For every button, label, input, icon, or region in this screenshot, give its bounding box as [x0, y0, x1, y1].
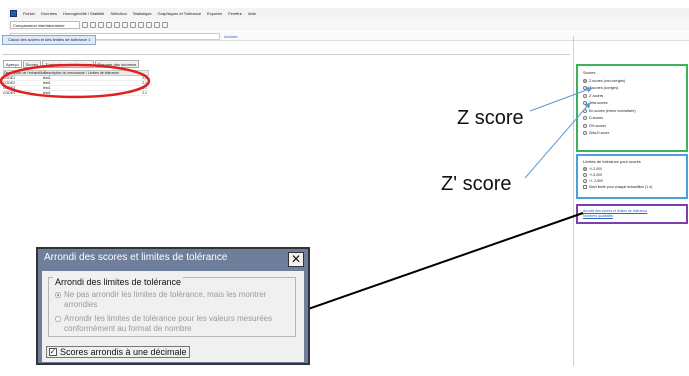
menu-window[interactable]: Fenêtre — [228, 11, 242, 16]
scores-panel-title: Scores — [583, 70, 596, 75]
rounding-group: Arrondi des limites de tolérance Ne pas … — [48, 277, 296, 337]
document-header — [2, 46, 570, 55]
radio-icon[interactable] — [583, 108, 587, 113]
menu-file[interactable]: Fichier — [23, 11, 35, 16]
rounding-dialog: Arrondi des scores et limites de toléran… — [36, 247, 310, 365]
menu-homogeneity[interactable]: Homogénéité / Stabilité — [63, 11, 104, 16]
table-cell: CODE4 — [3, 91, 16, 95]
save-icon[interactable] — [90, 22, 96, 28]
radio-icon[interactable] — [583, 116, 587, 121]
rounding-option-display-label: Ne pas arrondir les limites de tolérance… — [64, 290, 267, 309]
radio-icon[interactable] — [583, 167, 587, 171]
radio-icon[interactable] — [583, 131, 587, 136]
dialog-title: Arrondi des scores et limites de toléran… — [44, 252, 228, 263]
filter-icon[interactable] — [146, 22, 152, 28]
column-header[interactable] — [114, 71, 148, 75]
chart-icon[interactable] — [130, 22, 136, 28]
toolbar: Comparaison interlaboratoire — [8, 19, 689, 31]
radio-icon[interactable] — [583, 179, 587, 183]
radio-icon[interactable] — [583, 123, 587, 128]
tab-overview[interactable]: Aperçu — [3, 60, 22, 68]
tolerance-panel-highlight: Limites de tolérance pour scores +/-2,00… — [576, 154, 688, 199]
dialog-body: Arrondi des limites de tolérance Ne pas … — [42, 271, 304, 362]
score-option-d-percent[interactable]: D%-scores — [583, 122, 681, 130]
table-cell: 2,1 — [142, 91, 147, 95]
mode-dropdown[interactable]: Comparaison interlaboratoire — [10, 21, 80, 29]
cancel-link[interactable]: Annuler — [224, 34, 238, 39]
rounding-option-format[interactable]: Arrondir les limites de tolérance pour l… — [55, 314, 284, 334]
value-bar: Valeur non gérée Annuler — [8, 32, 689, 41]
panel-divider[interactable] — [573, 36, 574, 366]
radio-icon[interactable] — [55, 316, 61, 322]
radio-icon[interactable] — [583, 78, 587, 83]
menu-data[interactable]: Données — [41, 11, 57, 16]
check-icon[interactable]: ✓ — [49, 348, 57, 356]
report-icon[interactable] — [154, 22, 160, 28]
rounding-option-display[interactable]: Ne pas arrondir les limites de tolérance… — [55, 290, 284, 310]
radio-icon[interactable] — [55, 292, 61, 298]
checkbox-icon[interactable] — [583, 185, 587, 189]
app-logo-icon — [10, 10, 17, 17]
tab-data-summary[interactable]: Résumé des données — [94, 60, 140, 68]
results-table: Description de l'échantillon Description… — [3, 70, 149, 96]
copy-icon[interactable] — [114, 22, 120, 28]
menu-charts[interactable]: Graphiques et Tolérance — [158, 11, 202, 16]
document-tab[interactable]: Calcul des scores et des limites de tolé… — [2, 35, 97, 45]
menu-bar: Fichier Données Homogénéité / Stabilité … — [8, 8, 689, 19]
score-option-d[interactable]: D-scores — [583, 115, 681, 123]
close-icon: ✕ — [290, 252, 302, 266]
help-icon[interactable] — [162, 22, 168, 28]
menu-export[interactable]: Exporter — [207, 11, 222, 16]
radio-icon[interactable] — [583, 86, 587, 91]
close-button[interactable]: ✕ — [288, 252, 304, 267]
radio-icon[interactable] — [583, 101, 587, 106]
tab-scores[interactable]: Scores — [22, 60, 42, 68]
table-icon[interactable] — [138, 22, 144, 28]
scores-panel-highlight: Scores Z-scores (non corrigés) Z-scores … — [576, 64, 688, 152]
paste-icon[interactable] — [122, 22, 128, 28]
radio-icon[interactable] — [583, 93, 587, 98]
one-decimal-label: Scores arrondis à une décimale — [60, 347, 187, 357]
column-header[interactable]: Description de l'échantillon — [4, 71, 46, 75]
subtab-strip: Aperçu Scores Z calculé sur les données … — [3, 60, 140, 68]
column-header[interactable]: Description du mesurande / Limites de to… — [44, 71, 119, 75]
score-option-z-prime[interactable]: Z'-scores — [583, 92, 681, 100]
table-row[interactable]: CODE4 test1 2,1 — [3, 91, 149, 96]
table-cell: test1 — [43, 91, 51, 95]
score-option-z-corrected[interactable]: Z-scores (corrigés) — [583, 85, 681, 93]
rounding-option-format-label: Arrondir les limites de tolérance pour l… — [64, 314, 273, 333]
menu-statistics[interactable]: Statistique — [133, 11, 152, 16]
score-option-zeta[interactable]: Zeta-scores — [583, 100, 681, 108]
score-option-z-uncorrected[interactable]: Z-scores (non corrigés) — [583, 77, 681, 85]
radio-icon[interactable] — [583, 173, 587, 177]
print-icon[interactable] — [98, 22, 104, 28]
rounding-group-title: Arrondi des limites de tolérance — [53, 277, 184, 287]
menu-help[interactable]: Aide — [248, 11, 256, 16]
links-panel-highlight: Arrondi des scores et limites de toléran… — [576, 204, 688, 224]
one-decimal-checkbox[interactable]: ✓ Scores arrondis à une décimale — [46, 346, 190, 358]
z-prime-score-annotation: Z' score — [441, 173, 512, 195]
qualitative-link[interactable]: Nombres qualitatifs — [583, 214, 681, 219]
z-score-annotation: Z score — [457, 107, 524, 129]
tolerance-threshold-checkbox[interactable]: Seuil limite pour chaque échantillon (1 … — [583, 184, 681, 190]
open-icon[interactable] — [82, 22, 88, 28]
menu-selection[interactable]: Sélection — [110, 11, 126, 16]
score-option-en[interactable]: En-scores (erreur normalisée) — [583, 107, 681, 115]
tab-z-calculated[interactable]: Z calculé sur les données — [42, 60, 94, 68]
cut-icon[interactable] — [106, 22, 112, 28]
tolerance-panel-title: Limites de tolérance pour scores — [583, 159, 641, 164]
score-option-zeta-d[interactable]: Zeta-D-score — [583, 130, 681, 138]
